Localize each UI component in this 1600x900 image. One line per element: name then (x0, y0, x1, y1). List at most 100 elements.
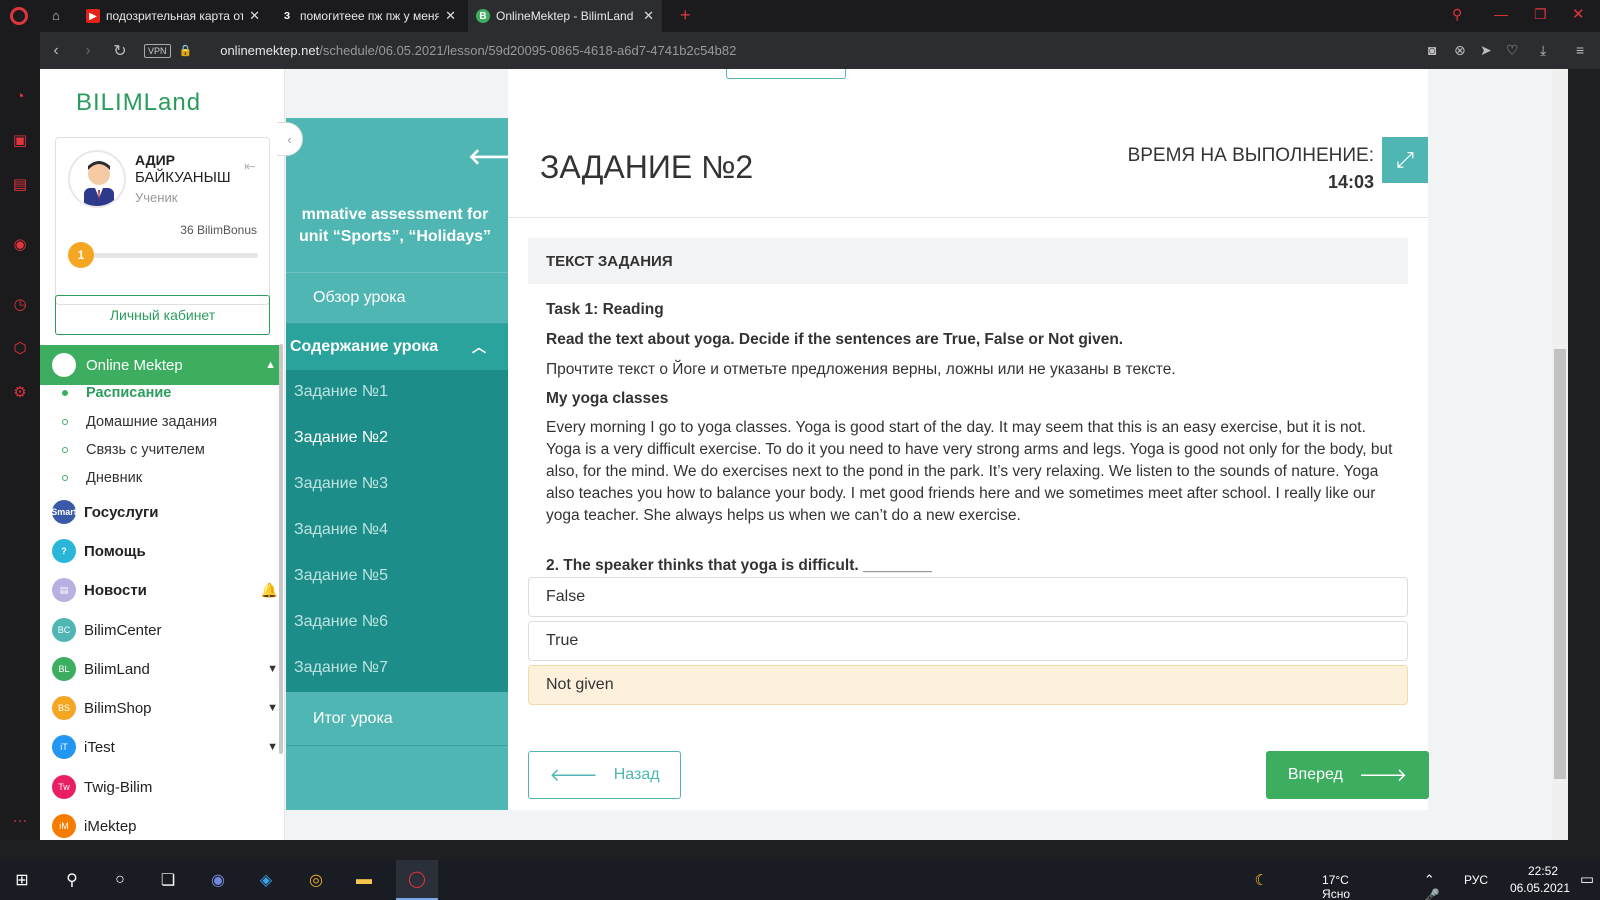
menu-item-госуслуги[interactable]: Smart Госуслуги (51, 500, 280, 524)
speed-dial-icon[interactable]: ◔ (11, 88, 29, 106)
tray-icons[interactable]: ⌃ 🎤 ▭ 🔊 (1424, 872, 1440, 900)
twitch-icon[interactable]: ▤ (11, 176, 29, 194)
more-icon[interactable]: ··· (11, 812, 29, 830)
next-button[interactable]: Вперед 🡒 (1266, 751, 1429, 799)
menu-item-помощь[interactable]: ? Помощь (52, 539, 280, 563)
vpn-badge[interactable]: VPN (144, 43, 171, 58)
scrollbar-thumb[interactable] (1554, 349, 1566, 779)
task-link-6[interactable]: Задание №6 (294, 613, 388, 631)
sub-item-schedule[interactable]: Расписание (62, 385, 171, 401)
sub-item-homework[interactable]: Домашние задания (62, 414, 217, 430)
tab-znanija[interactable]: З помогитеее пж пж у меня ✕ (272, 0, 464, 32)
menu-item-twig-bilim[interactable]: Tw Twig-Bilim (52, 775, 280, 799)
task-list: Задание №1 Задание №2 Задание №3 Задание №4… (286, 370, 508, 692)
app-icon[interactable]: ◈ (254, 868, 278, 892)
menu-item-bilimshop[interactable]: BS BilimShop ▼ (52, 696, 280, 720)
answer-option-true[interactable]: True (528, 621, 1408, 661)
lesson-overview-link[interactable]: Обзор урока (286, 272, 508, 324)
tab-youtube[interactable]: ▶ подозрительная карта от г ✕ (78, 0, 268, 32)
notifications-icon[interactable]: ▭ (1580, 870, 1594, 888)
section-label: Online Mektep (86, 356, 183, 374)
heart-icon[interactable]: ♡ (1506, 42, 1519, 59)
bonus-count: 36 BilimBonus (180, 223, 257, 237)
briefcase-icon[interactable]: ▣ (11, 132, 29, 150)
online-mektep-section[interactable]: Online Mektep ▲ (40, 345, 280, 385)
menu-item-новости[interactable]: ▤ Новости 🔔 (52, 578, 280, 602)
bilimland-icon: BL (52, 657, 76, 681)
logout-icon[interactable]: ⇤ (244, 158, 256, 175)
close-tab-icon[interactable]: ✕ (643, 8, 654, 24)
menu-scrollbar[interactable] (279, 344, 283, 754)
task-title: ЗАДАНИЕ №2 (540, 149, 754, 185)
gamepad-icon[interactable]: ⌂ (52, 8, 60, 23)
menu-item-itest[interactable]: iT iTest ▼ (52, 735, 280, 759)
restore-icon[interactable]: ❐ (1534, 6, 1547, 23)
history-icon[interactable]: ◷ (11, 296, 29, 314)
personal-cabinet-button[interactable]: Личный кабинет (55, 295, 270, 335)
lesson-content-toggle[interactable]: Содержание урока ︿ (286, 324, 508, 370)
question: 2. The speaker thinks that yoga is diffi… (546, 557, 932, 574)
top-button-edge[interactable] (726, 69, 846, 79)
bilimland-logo[interactable]: BILIMLand (76, 89, 201, 117)
discord-icon[interactable]: ◉ (206, 868, 230, 892)
chrome-icon[interactable]: ◎ (304, 868, 328, 892)
task-link-4[interactable]: Задание №4 (294, 521, 388, 539)
player-icon[interactable]: ◉ (11, 236, 29, 254)
story-text: Every morning I go to yoga classes. Yoga… (546, 419, 1393, 524)
menu-item-bilimland[interactable]: BL BilimLand ▼ (52, 657, 280, 681)
task-link-1[interactable]: Задание №1 (294, 383, 388, 401)
close-window-icon[interactable]: ✕ (1572, 5, 1585, 23)
search-icon[interactable]: ⚲ (1452, 6, 1462, 23)
menu-item-bilimcenter[interactable]: BC BilimCenter (52, 618, 280, 642)
back-nav-icon[interactable]: ‹ (40, 42, 72, 60)
camera-icon[interactable]: ◙ (1428, 42, 1436, 58)
browser-tab-bar: ⌂ ▶ подозрительная карта от г ✕ З помоги… (0, 0, 1600, 32)
minimize-icon[interactable]: — (1494, 6, 1508, 22)
sub-item-contact-teacher[interactable]: Связь с учителем (62, 442, 205, 458)
bilimshop-icon: BS (52, 696, 76, 720)
task-link-7[interactable]: Задание №7 (294, 659, 388, 677)
menu-item-imektep[interactable]: iM iMektep (52, 814, 280, 838)
fullscreen-button[interactable]: ⤢ (1382, 137, 1428, 183)
arrow-left-icon[interactable]: 🡐 (468, 144, 508, 170)
windows-start-icon[interactable]: ⊞ (10, 868, 34, 892)
opera-icon[interactable]: ◯ (396, 860, 438, 900)
user-last-name: БАЙКУАНЫШ (135, 169, 231, 186)
task-link-5[interactable]: Задание №5 (294, 567, 388, 585)
search-icon[interactable]: ⚲ (60, 868, 84, 892)
new-tab-button[interactable]: + (680, 5, 691, 26)
settings-icon[interactable]: ⚙ (11, 384, 29, 402)
site-menu: BILIMLand АДИР БАЙКУАНЫШ Ученик ⇤ 36 Bil… (40, 69, 285, 840)
cortana-icon[interactable]: ○ (108, 868, 132, 892)
reload-icon[interactable]: ↻ (104, 41, 136, 61)
lesson-navigation: 🡐 mmative assessment for unit “Sports”, … (286, 118, 508, 810)
close-tab-icon[interactable]: ✕ (445, 8, 456, 24)
lesson-summary-link[interactable]: Итог урока (286, 692, 508, 746)
folder-icon[interactable]: ▬ (352, 868, 376, 892)
url-field[interactable]: onlinemektep.net/schedule/06.05.2021/les… (220, 43, 736, 58)
download-icon[interactable]: ⤓ (1540, 42, 1546, 59)
bullet-icon (62, 475, 68, 481)
block-icon[interactable]: ⊗ (1454, 42, 1466, 59)
clock-time[interactable]: 22:52 (1528, 864, 1558, 878)
page-scrollbar[interactable] (1552, 69, 1568, 840)
close-tab-icon[interactable]: ✕ (249, 8, 260, 24)
task-view-icon[interactable]: ❏ (156, 868, 180, 892)
opera-logo-icon[interactable] (10, 7, 28, 25)
bell-icon[interactable]: 🔔 (261, 582, 278, 599)
task-link-2[interactable]: Задание №2 (294, 429, 388, 447)
clock-date[interactable]: 06.05.2021 (1510, 881, 1570, 895)
answer-option-false[interactable]: False (528, 577, 1408, 617)
back-button[interactable]: 🡐 Назад (528, 751, 681, 799)
sub-item-diary[interactable]: Дневник (62, 470, 142, 486)
forward-nav-icon[interactable]: › (72, 42, 104, 60)
send-icon[interactable]: ➤ (1480, 42, 1492, 59)
weather-text[interactable]: 17°C Ясно (1322, 873, 1350, 900)
task-link-3[interactable]: Задание №3 (294, 475, 388, 493)
language-indicator[interactable]: РУС (1464, 873, 1488, 887)
cube-icon[interactable]: ⬡ (11, 340, 29, 358)
tab-onlinemektep[interactable]: B OnlineMektep - BilimLand ✕ (468, 0, 662, 32)
answer-option-not-given[interactable]: Not given (528, 665, 1408, 705)
menu-icon[interactable]: ≡ (1576, 42, 1584, 58)
task-text-header: ТЕКСТ ЗАДАНИЯ (528, 238, 1408, 284)
